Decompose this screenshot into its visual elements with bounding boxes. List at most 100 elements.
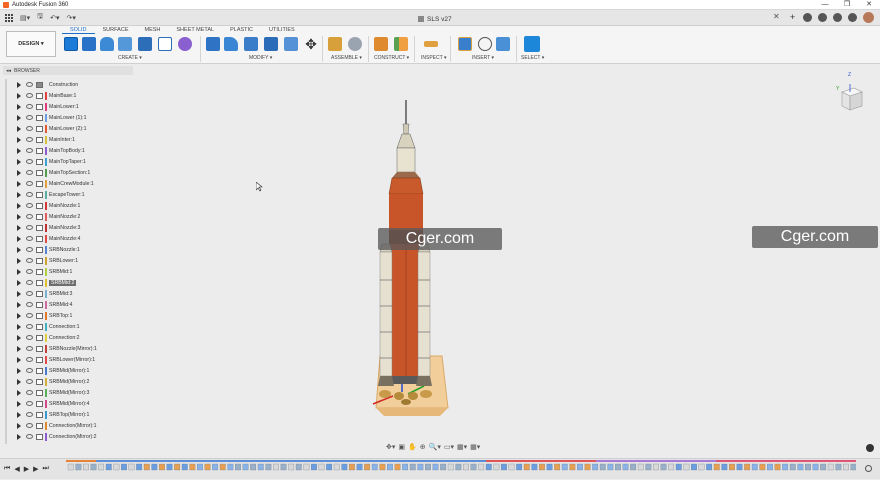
insert-derive-icon[interactable] bbox=[458, 37, 472, 51]
close-document-button[interactable]: ✕ bbox=[773, 12, 780, 21]
expand-arrow-icon[interactable] bbox=[17, 224, 21, 231]
tab-mesh[interactable]: MESH bbox=[137, 26, 169, 34]
expand-arrow-icon[interactable] bbox=[17, 334, 21, 341]
timeline-feature-icon[interactable] bbox=[181, 463, 188, 471]
expand-arrow-icon[interactable] bbox=[17, 235, 21, 242]
expand-arrow-icon[interactable] bbox=[17, 180, 21, 187]
timeline-feature-icon[interactable] bbox=[645, 463, 652, 471]
browser-item[interactable]: MainNozzle:1 bbox=[14, 200, 134, 211]
workspace-switcher-button[interactable]: DESIGN ▾ bbox=[6, 31, 56, 57]
midplane-icon[interactable] bbox=[394, 37, 408, 51]
collapse-browser-icon[interactable]: ◂◂ bbox=[6, 68, 11, 74]
expand-arrow-icon[interactable] bbox=[17, 400, 21, 407]
timeline-feature-icon[interactable] bbox=[713, 463, 720, 471]
expand-arrow-icon[interactable] bbox=[17, 345, 21, 352]
timeline-feature-icon[interactable] bbox=[660, 463, 667, 471]
timeline-feature-icon[interactable] bbox=[440, 463, 447, 471]
timeline-feature-icon[interactable] bbox=[447, 463, 454, 471]
sweep-icon[interactable] bbox=[118, 37, 132, 51]
timeline-feature-icon[interactable] bbox=[189, 463, 196, 471]
visibility-eye-icon[interactable] bbox=[26, 126, 33, 131]
visibility-eye-icon[interactable] bbox=[26, 346, 33, 351]
timeline-feature-icon[interactable] bbox=[827, 463, 834, 471]
visibility-eye-icon[interactable] bbox=[26, 236, 33, 241]
timeline-feature-icon[interactable] bbox=[531, 463, 538, 471]
timeline-forward-button[interactable]: ▶ bbox=[33, 465, 38, 473]
revolve-icon[interactable] bbox=[100, 37, 114, 51]
tab-sheet-metal[interactable]: SHEET METAL bbox=[168, 26, 222, 34]
timeline-feature-icon[interactable] bbox=[128, 463, 135, 471]
timeline-feature-icon[interactable] bbox=[607, 463, 614, 471]
visibility-eye-icon[interactable] bbox=[26, 401, 33, 406]
expand-arrow-icon[interactable] bbox=[17, 389, 21, 396]
timeline-strip[interactable] bbox=[66, 459, 856, 480]
timeline-feature-icon[interactable] bbox=[265, 463, 272, 471]
extrude-icon[interactable] bbox=[82, 37, 96, 51]
timeline-feature-icon[interactable] bbox=[782, 463, 789, 471]
timeline-feature-icon[interactable] bbox=[219, 463, 226, 471]
rib-icon[interactable] bbox=[158, 37, 172, 51]
measure-icon[interactable] bbox=[424, 41, 438, 47]
undo-icon[interactable]: ↶▾ bbox=[50, 14, 59, 22]
timeline-feature-icon[interactable] bbox=[744, 463, 751, 471]
timeline-start-button[interactable]: ⏮ bbox=[4, 465, 10, 473]
visibility-eye-icon[interactable] bbox=[26, 192, 33, 197]
visibility-eye-icon[interactable] bbox=[26, 104, 33, 109]
timeline-back-button[interactable]: ◀ bbox=[14, 465, 19, 473]
expand-arrow-icon[interactable] bbox=[17, 301, 21, 308]
shell-icon[interactable] bbox=[244, 37, 258, 51]
timeline-feature-icon[interactable] bbox=[455, 463, 462, 471]
redo-icon[interactable]: ↷▾ bbox=[67, 14, 76, 22]
timeline-feature-icon[interactable] bbox=[523, 463, 530, 471]
notifications-icon[interactable] bbox=[833, 13, 842, 22]
timeline-feature-icon[interactable] bbox=[174, 463, 181, 471]
timeline-feature-icon[interactable] bbox=[850, 463, 856, 471]
browser-item[interactable]: EscapeTower:1 bbox=[14, 189, 134, 200]
browser-item[interactable]: SRBMid(Mirror):3 bbox=[14, 387, 134, 398]
timeline-feature-icon[interactable] bbox=[288, 463, 295, 471]
expand-arrow-icon[interactable] bbox=[17, 356, 21, 363]
visibility-eye-icon[interactable] bbox=[26, 225, 33, 230]
browser-item[interactable]: MainBase:1 bbox=[14, 90, 134, 101]
timeline-feature-icon[interactable] bbox=[166, 463, 173, 471]
timeline-feature-icon[interactable] bbox=[311, 463, 317, 471]
timeline-feature-icon[interactable] bbox=[409, 463, 416, 471]
timeline-feature-icon[interactable] bbox=[371, 463, 378, 471]
expand-arrow-icon[interactable] bbox=[17, 202, 21, 209]
visibility-eye-icon[interactable] bbox=[26, 423, 33, 428]
browser-item[interactable]: MainTopSection:1 bbox=[14, 167, 134, 178]
group-select[interactable]: SELECT ▾ bbox=[521, 55, 544, 61]
browser-item[interactable]: MainTopTaper:1 bbox=[14, 156, 134, 167]
expand-arrow-icon[interactable] bbox=[17, 323, 21, 330]
visibility-eye-icon[interactable] bbox=[26, 148, 33, 153]
timeline-feature-icon[interactable] bbox=[113, 463, 120, 471]
visibility-eye-icon[interactable] bbox=[26, 379, 33, 384]
browser-item[interactable]: SRBMid:2 bbox=[14, 277, 134, 288]
visibility-eye-icon[interactable] bbox=[26, 434, 33, 439]
joint-icon[interactable] bbox=[348, 37, 362, 51]
timeline-feature-icon[interactable] bbox=[561, 463, 568, 471]
visibility-eye-icon[interactable] bbox=[26, 181, 33, 186]
browser-item[interactable]: MainNozzle:4 bbox=[14, 233, 134, 244]
timeline-feature-icon[interactable] bbox=[204, 463, 211, 471]
timeline-feature-icon[interactable] bbox=[67, 463, 74, 471]
timeline-feature-icon[interactable] bbox=[341, 463, 348, 471]
timeline-feature-icon[interactable] bbox=[333, 463, 340, 471]
timeline-feature-icon[interactable] bbox=[257, 463, 264, 471]
timeline-feature-icon[interactable] bbox=[797, 463, 804, 471]
browser-item[interactable]: Connection(Mirror):1 bbox=[14, 420, 134, 431]
expand-arrow-icon[interactable] bbox=[17, 114, 21, 121]
timeline-feature-icon[interactable] bbox=[425, 463, 431, 471]
look-at-icon[interactable]: ▣ bbox=[398, 443, 405, 451]
timeline-feature-icon[interactable] bbox=[227, 463, 234, 471]
press-pull-icon[interactable] bbox=[206, 37, 220, 51]
tab-plastic[interactable]: PLASTIC bbox=[222, 26, 261, 34]
timeline-feature-icon[interactable] bbox=[615, 463, 621, 471]
timeline-feature-icon[interactable] bbox=[394, 463, 401, 471]
timeline-feature-icon[interactable] bbox=[463, 463, 469, 471]
browser-item[interactable]: MainLower (1):1 bbox=[14, 112, 134, 123]
timeline-feature-icon[interactable] bbox=[698, 463, 705, 471]
expand-arrow-icon[interactable] bbox=[17, 136, 21, 143]
timeline-feature-icon[interactable] bbox=[683, 463, 690, 471]
expand-arrow-icon[interactable] bbox=[17, 103, 21, 110]
